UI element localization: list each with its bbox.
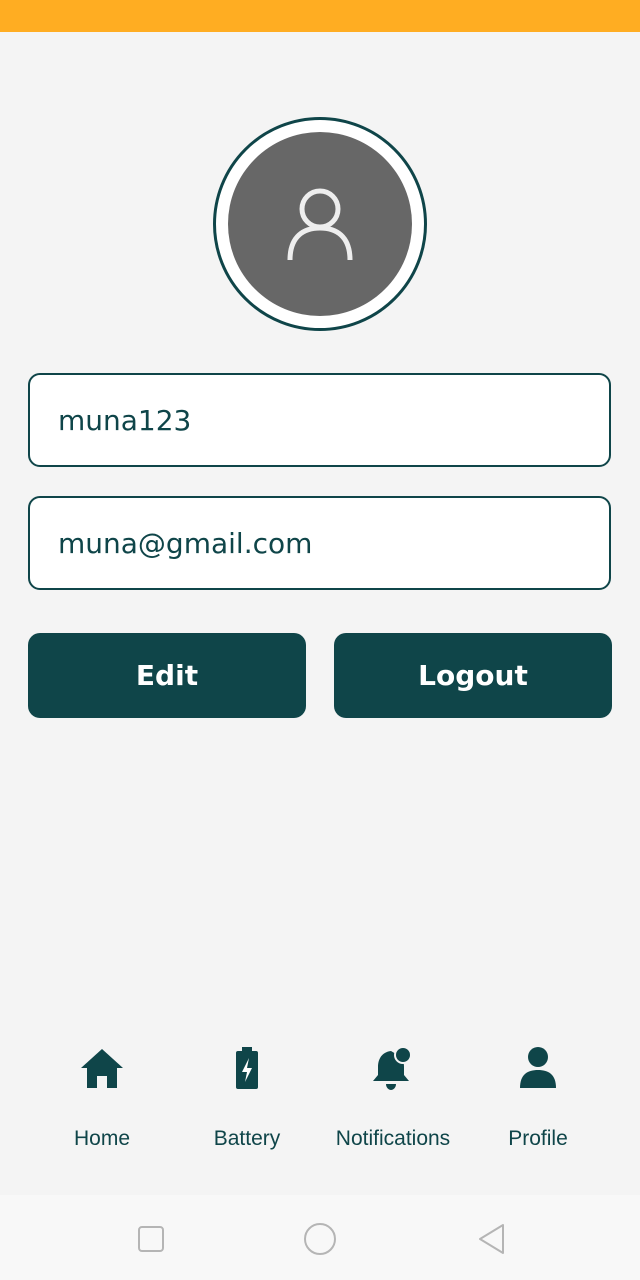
edit-button[interactable]: Edit [28,633,306,718]
bottom-navigation: Home Battery Notifications Profile [0,1020,640,1195]
home-icon [77,1043,127,1093]
username-field[interactable] [28,373,611,467]
avatar[interactable] [228,132,412,316]
home-circle-icon[interactable] [300,1219,340,1259]
nav-item-battery[interactable]: Battery [172,1020,322,1195]
nav-label-home: Home [73,1127,131,1150]
user-outline-icon [287,188,353,261]
nav-label-profile: Profile [508,1127,568,1150]
avatar-ring[interactable] [213,117,427,331]
recent-apps-icon[interactable] [131,1219,171,1259]
nav-item-profile[interactable]: Profile [463,1020,613,1195]
system-navigation-bar [0,1195,640,1280]
nav-item-home[interactable]: Home [27,1020,177,1195]
nav-label-battery: Battery [213,1127,281,1150]
status-bar [0,0,640,32]
battery-charging-icon [222,1043,272,1093]
person-icon [513,1043,563,1093]
back-triangle-icon[interactable] [472,1219,512,1259]
logout-button[interactable]: Logout [334,633,612,718]
bell-dot-icon [368,1043,418,1093]
email-field[interactable] [28,496,611,590]
nav-item-notifications[interactable]: Notifications [318,1020,468,1195]
nav-label-notifications: Notifications [335,1127,451,1150]
